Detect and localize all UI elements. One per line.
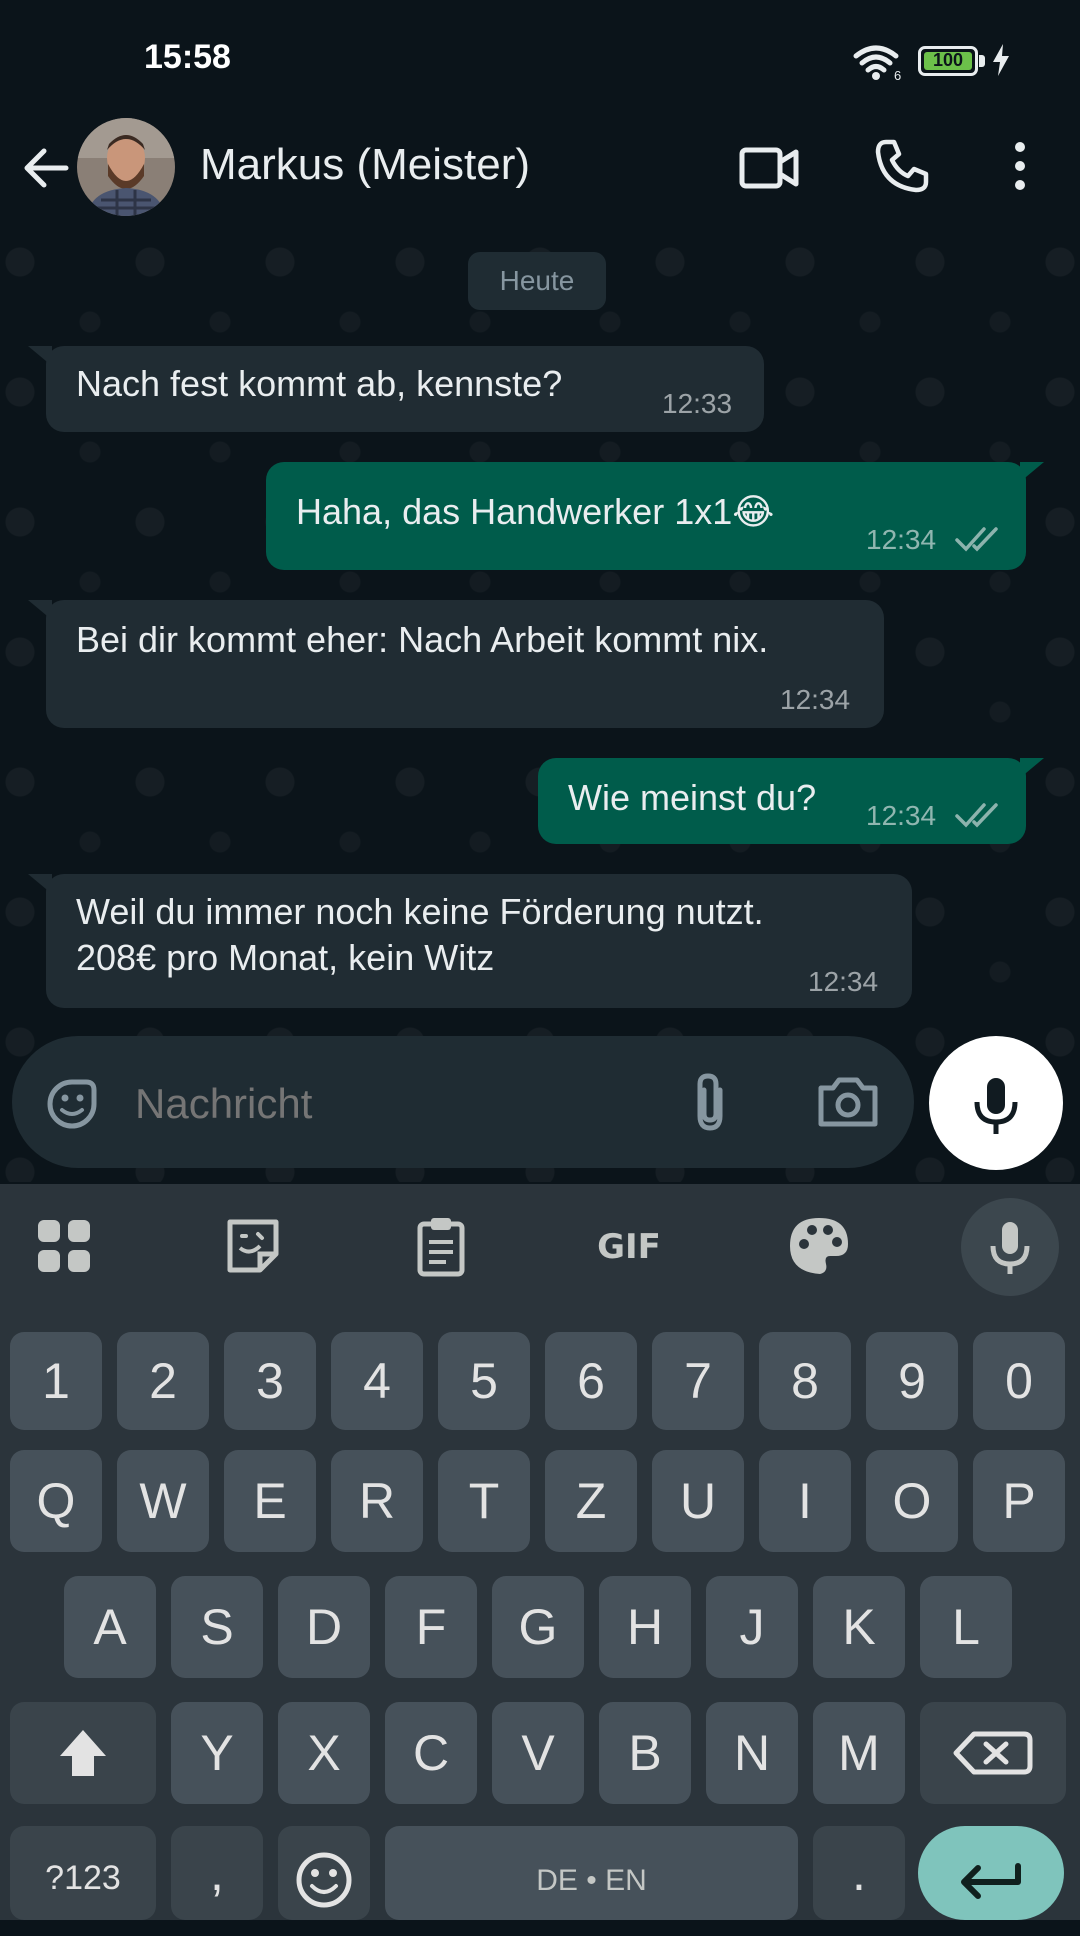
key-c[interactable]: C [385,1702,477,1804]
message-bubble-incoming[interactable]: Nach fest kommt ab, kennste? 12:33 [46,346,764,432]
message-text: Bei dir kommt eher: Nach Arbeit kommt ni… [76,619,769,660]
sticker-icon[interactable] [218,1212,288,1282]
key-a[interactable]: A [64,1576,156,1678]
microphone-icon [990,1222,1030,1274]
key-o[interactable]: O [866,1450,958,1552]
key-0[interactable]: 0 [973,1332,1065,1430]
charging-icon [993,44,1009,76]
smiley-icon [296,1852,352,1908]
back-arrow-icon[interactable] [18,140,74,196]
message-text: Haha, das Handwerker 1x1😂 [296,491,775,532]
shift-arrow-icon [60,1730,106,1776]
message-text: Wie meinst du? [568,777,817,818]
key-5[interactable]: 5 [438,1332,530,1430]
battery-tip [979,55,985,67]
key-b[interactable]: B [599,1702,691,1804]
bubble-tail [1020,462,1044,482]
shift-key[interactable] [10,1702,156,1804]
key-7[interactable]: 7 [652,1332,744,1430]
apps-grid-icon[interactable] [30,1212,100,1282]
phone-call-icon[interactable] [872,136,932,196]
key-1[interactable]: 1 [10,1332,102,1430]
voice-typing-button[interactable] [961,1198,1059,1296]
key-4[interactable]: 4 [331,1332,423,1430]
video-call-icon[interactable] [738,138,802,198]
key-d[interactable]: D [278,1576,370,1678]
voice-message-button[interactable] [929,1036,1063,1170]
message-bubble-outgoing[interactable]: Haha, das Handwerker 1x1😂 12:34 [266,462,1026,570]
attachment-icon[interactable] [684,1070,736,1134]
message-time: 12:33 [662,388,733,419]
message-time: 12:34 [780,684,851,715]
wifi-badge: 6 [894,68,901,82]
key-y[interactable]: Y [171,1702,263,1804]
key-q[interactable]: Q [10,1450,102,1552]
read-receipt-icon [955,527,998,552]
key-f[interactable]: F [385,1576,477,1678]
message-input[interactable] [135,1076,645,1132]
enter-arrow-icon [961,1863,1021,1899]
read-receipt-icon [955,803,998,828]
backspace-key[interactable] [920,1702,1066,1804]
message-text: Weil du immer noch keine Förderung nutzt… [76,891,764,932]
enter-key[interactable] [918,1826,1064,1920]
key-u[interactable]: U [652,1450,744,1552]
gif-button[interactable]: GIF [594,1212,664,1282]
message-text: 208€ pro Monat, kein Witz [76,937,495,978]
message-time: 12:34 [866,524,937,555]
key-9[interactable]: 9 [866,1332,958,1430]
message-bubble-outgoing[interactable]: Wie meinst du? 12:34 [538,758,1026,844]
key-p[interactable]: P [973,1450,1065,1552]
period-key[interactable]: . [813,1826,905,1920]
bubble-tail [28,874,52,894]
backspace-icon [953,1731,1033,1775]
message-text: Nach fest kommt ab, kennste? [76,363,563,404]
key-h[interactable]: H [599,1576,691,1678]
wifi-icon: 6 [853,45,901,82]
symbols-key[interactable]: ?123 [10,1826,156,1920]
comma-key[interactable]: , [171,1826,263,1920]
key-8[interactable]: 8 [759,1332,851,1430]
emoji-sticker-icon[interactable] [44,1074,102,1132]
key-z[interactable]: Z [545,1450,637,1552]
contact-name[interactable]: Markus (Meister) [200,140,530,190]
message-time: 12:34 [808,966,879,997]
key-l[interactable]: L [920,1576,1012,1678]
microphone-icon [974,1078,1018,1134]
bubble-tail [28,600,52,620]
space-key[interactable]: DE • EN [385,1826,798,1920]
keyboard [0,1184,1080,1920]
bubble-tail [28,346,52,366]
key-6[interactable]: 6 [545,1332,637,1430]
key-g[interactable]: G [492,1576,584,1678]
key-s[interactable]: S [171,1576,263,1678]
key-m[interactable]: M [813,1702,905,1804]
key-w[interactable]: W [117,1450,209,1552]
key-j[interactable]: J [706,1576,798,1678]
status-time: 15:58 [144,38,231,76]
emoji-key[interactable] [278,1826,370,1920]
bubble-tail [1020,758,1044,778]
battery-level: 100 [932,50,964,70]
key-3[interactable]: 3 [224,1332,316,1430]
key-v[interactable]: V [492,1702,584,1804]
key-k[interactable]: K [813,1576,905,1678]
message-bubble-incoming[interactable]: Bei dir kommt eher: Nach Arbeit kommt ni… [46,600,884,728]
key-i[interactable]: I [759,1450,851,1552]
key-x[interactable]: X [278,1702,370,1804]
message-bubble-incoming[interactable]: Weil du immer noch keine Förderung nutzt… [46,874,912,1008]
key-2[interactable]: 2 [117,1332,209,1430]
contact-avatar[interactable] [77,118,175,216]
camera-icon[interactable] [815,1072,881,1130]
key-n[interactable]: N [706,1702,798,1804]
palette-icon[interactable] [784,1212,854,1282]
battery-icon: 100 [918,46,978,76]
key-e[interactable]: E [224,1450,316,1552]
message-time: 12:34 [866,800,937,831]
key-r[interactable]: R [331,1450,423,1552]
date-divider: Heute [468,252,606,310]
key-t[interactable]: T [438,1450,530,1552]
more-options-icon[interactable] [1000,136,1040,196]
clipboard-icon[interactable] [406,1212,476,1282]
